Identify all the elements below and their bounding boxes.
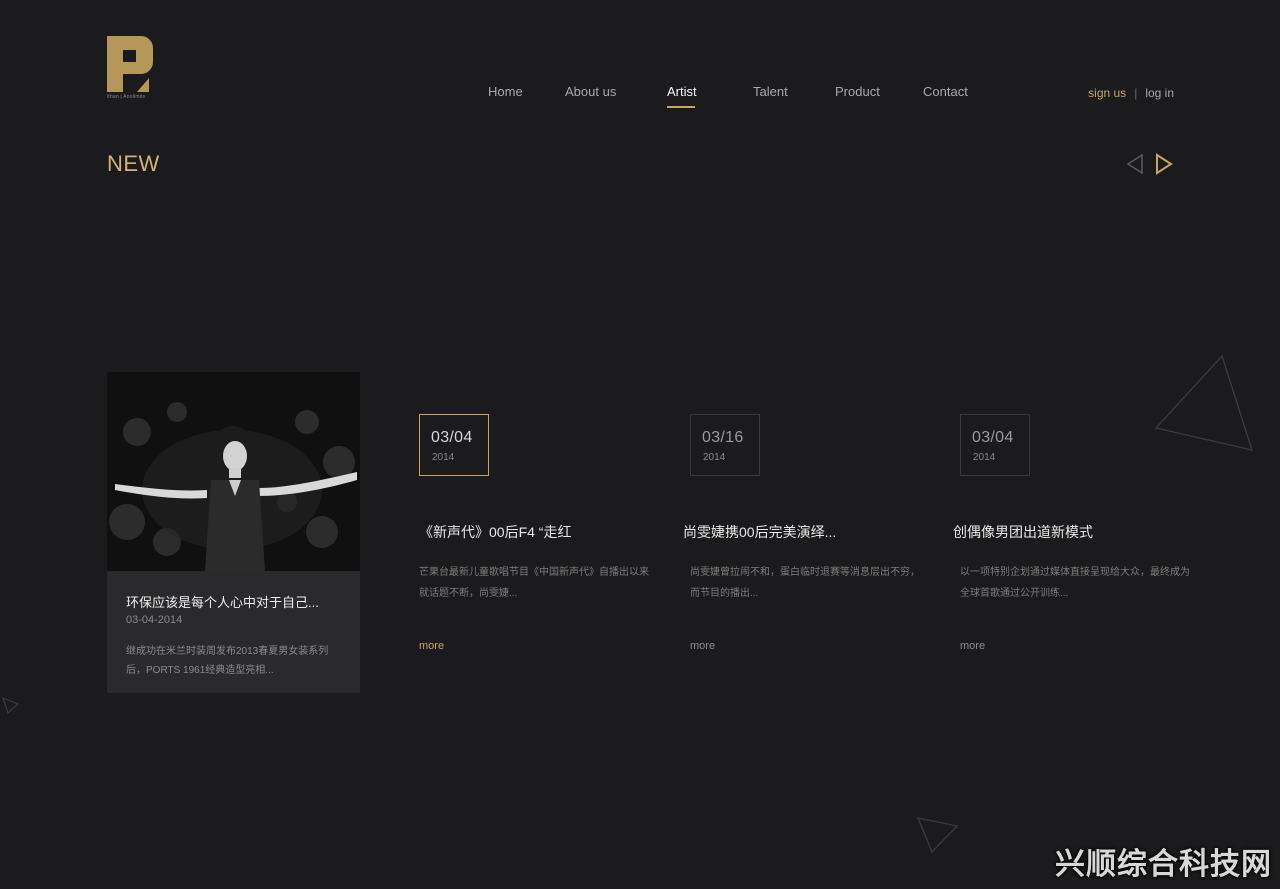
featured-photo	[107, 372, 360, 571]
auth-links: sign us | log in	[1088, 86, 1174, 100]
nav-product[interactable]: Product	[835, 84, 880, 99]
news-item: 03/16 2014 尚雯婕携00后完美演绎... 尚雯婕曾拉闹不和，蛋白临时退…	[683, 414, 923, 664]
nav-talent[interactable]: Talent	[753, 84, 788, 99]
nav-about-us[interactable]: About us	[565, 84, 616, 99]
active-nav-underline	[667, 106, 695, 108]
arrow-left-icon[interactable]	[1124, 152, 1146, 176]
featured-article-card[interactable]: 环保应该是每个人心中对于自己... 03-04-2014 继成功在米兰时装周发布…	[107, 372, 360, 693]
more-link[interactable]: more	[960, 640, 985, 652]
watermark: 兴顺综合科技网	[1055, 847, 1272, 882]
sign-in-link[interactable]: sign us	[1088, 86, 1126, 100]
nav-artist[interactable]: Artist	[667, 84, 697, 99]
decorative-triangle-icon	[916, 817, 959, 854]
featured-title: 环保应该是每个人心中对于自己...	[126, 595, 319, 610]
more-link[interactable]: more	[419, 640, 444, 652]
decorative-triangle-icon	[2, 696, 20, 715]
news-title[interactable]: 创偶像男团出道新模式	[953, 522, 1093, 542]
section-title: NEW	[107, 151, 160, 176]
date-box: 03/04 2014	[419, 414, 489, 476]
performer-silhouette	[107, 372, 360, 571]
arrow-right-icon[interactable]	[1153, 152, 1175, 176]
date-day: 03/04	[972, 429, 1014, 446]
news-item: 03/04 2014 创偶像男团出道新模式 以一项特别企划通过媒体直接呈现给大众…	[953, 414, 1193, 664]
nav-home[interactable]: Home	[488, 84, 523, 99]
log-in-link[interactable]: log in	[1145, 86, 1174, 100]
date-day: 03/16	[702, 429, 744, 446]
news-title[interactable]: 《新声代》00后F4 “走红	[419, 522, 571, 542]
date-day: 03/04	[431, 429, 473, 446]
date-year: 2014	[432, 452, 455, 463]
featured-excerpt: 继成功在米兰时装周发布2013春夏男女装系列后，PORTS 1961经典造型亮相…	[126, 646, 329, 676]
news-item: 03/04 2014 《新声代》00后F4 “走红 芒果台最新儿童歌唱节目《中国…	[419, 414, 659, 664]
featured-date: 03-04-2014	[126, 614, 183, 626]
date-year: 2014	[703, 452, 726, 463]
more-link[interactable]: more	[690, 640, 715, 652]
nav-contact[interactable]: Contact	[923, 84, 968, 99]
auth-separator: |	[1134, 86, 1138, 100]
page: ithan | Anolimits Home About us Artist T…	[0, 0, 1280, 889]
date-box: 03/16 2014	[690, 414, 760, 476]
news-excerpt: 以一项特别企划通过媒体直接呈现给大众，最终成为全球首歌通过公开训练...	[960, 567, 1190, 599]
news-excerpt: 尚雯婕曾拉闹不和，蛋白临时退赛等消息层出不穷，而节目的播出...	[690, 567, 920, 599]
news-excerpt: 芒果台最新儿童歌唱节目《中国新声代》自播出以来就话题不断，尚雯婕...	[419, 567, 649, 599]
date-box: 03/04 2014	[960, 414, 1030, 476]
date-year: 2014	[973, 452, 996, 463]
news-title[interactable]: 尚雯婕携00后完美演绎...	[683, 522, 836, 542]
